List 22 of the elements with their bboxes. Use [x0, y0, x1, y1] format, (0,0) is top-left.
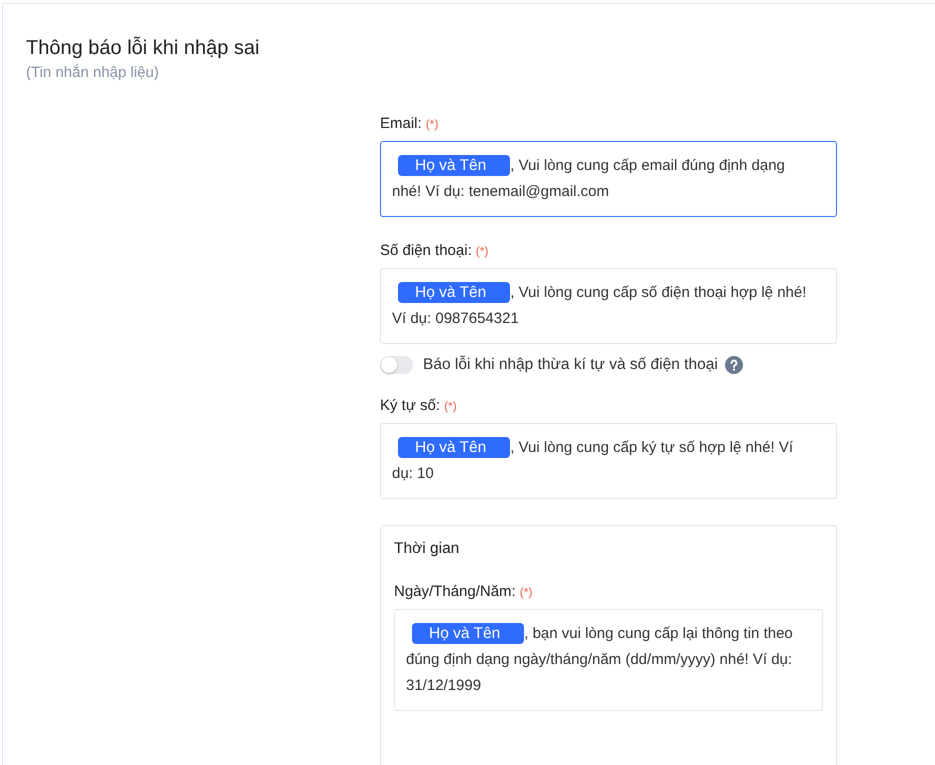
- variable-tag: Họ và Tên: [398, 155, 510, 176]
- help-icon[interactable]: [724, 356, 743, 374]
- toggle-switch[interactable]: [380, 356, 413, 374]
- group-title: Thời gian: [394, 539, 460, 559]
- field-label: Ngày/Tháng/Năm:: [394, 582, 516, 602]
- section-title: Thông báo lỗi khi nhập sai: [26, 36, 260, 61]
- field-label: Ký tự số:: [380, 396, 440, 416]
- variable-tag: Họ và Tên: [398, 282, 510, 303]
- required-mark: (*): [520, 585, 532, 599]
- message-field[interactable]: Họ và Tên , Vui lòng cung cấp số điện thoại hợp lệ nhé! Ví dụ: 0987654321: [380, 268, 837, 344]
- variable-tag: Họ và Tên: [412, 623, 524, 644]
- message-field[interactable]: Họ và Tên , bạn vui lòng cung cấp lại thông tin theo đúng định dạng ngày/tháng/năm (dd/mm/yyyy) nhé! Ví dụ: 31/12/1999: [394, 609, 823, 711]
- field-label: Email:: [380, 114, 422, 134]
- section-subtitle: (Tin nhắn nhập liệu): [26, 63, 160, 83]
- toggle-label: Báo lỗi khi nhập thừa kí tự và số điện thoại: [423, 356, 718, 374]
- required-mark: (*): [476, 244, 488, 258]
- required-mark: (*): [444, 399, 457, 413]
- message-field[interactable]: Họ và Tên , Vui lòng cung cấp ký tự số hợp lệ nhé! Ví dụ: 10: [380, 423, 837, 499]
- required-mark: (*): [426, 117, 438, 131]
- message-field[interactable]: Họ và Tên , Vui lòng cung cấp email đúng định dạng nhé! Ví dụ: tenemail@gmail.com: [380, 141, 837, 217]
- field-label: Số điện thoại:: [380, 241, 472, 261]
- variable-tag: Họ và Tên: [398, 437, 510, 458]
